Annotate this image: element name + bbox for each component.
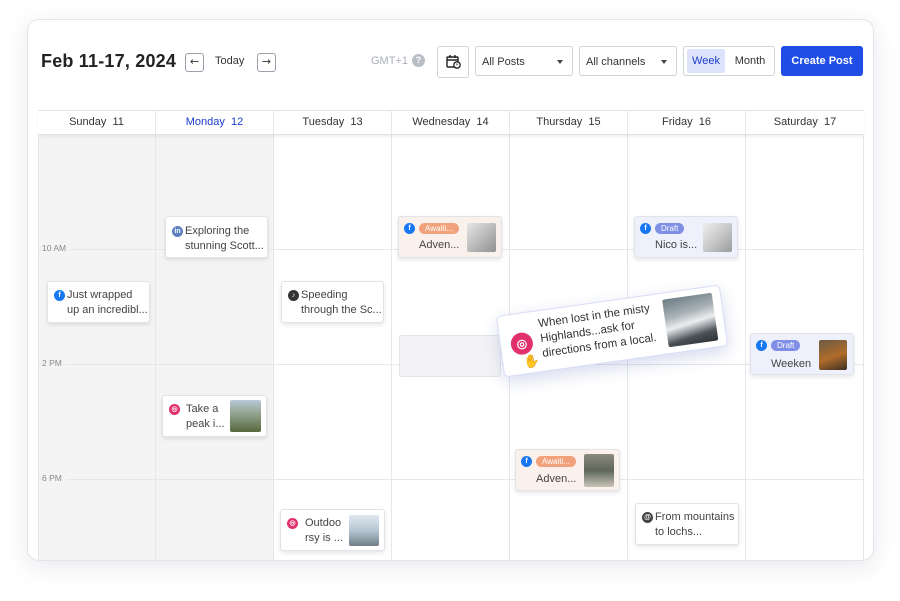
view-toggle: Week Month [683, 46, 775, 76]
month-view-button[interactable]: Month [729, 49, 771, 73]
status-badge: Awaiti... [536, 456, 576, 467]
week-view-button[interactable]: Week [687, 49, 725, 73]
hour-line [38, 479, 864, 480]
status-badge: Awaiti... [419, 223, 459, 234]
post-text-line: stunning Scott... [185, 240, 264, 252]
post-thumbnail [703, 223, 732, 252]
day-header-tuesday[interactable]: Tuesday 13 [274, 111, 392, 134]
post-thumbnail [584, 454, 614, 487]
tiktok-icon: ♪ [288, 290, 299, 301]
post-text-line: to lochs... [655, 526, 703, 538]
post-thumbnail [467, 223, 496, 252]
linkedin-icon: in [172, 226, 183, 237]
threads-icon: @ [642, 512, 653, 523]
dragged-post-text: When lost in the misty Highlands...ask f… [537, 302, 658, 360]
post-card[interactable]: f Draft Weeken [750, 333, 854, 375]
post-text-line: Nico is... [655, 239, 698, 251]
instagram-icon: ◎ [509, 331, 535, 357]
post-card[interactable]: in Exploring the stunning Scott... [165, 216, 268, 258]
column-monday [156, 110, 274, 560]
post-thumbnail [349, 515, 379, 546]
day-header-friday[interactable]: Friday 16 [628, 111, 746, 134]
day-header-thursday[interactable]: Thursday 15 [510, 111, 628, 134]
post-text-line: through the Sc... [301, 304, 382, 316]
date-range-title: Feb 11-17, 2024 [41, 51, 177, 71]
post-text-line: From mountains [655, 511, 735, 523]
post-text-line: up an incredibl... [67, 304, 148, 316]
prev-week-button[interactable]: ← [185, 53, 204, 72]
time-label-10am: 10 AM [42, 243, 71, 253]
day-header-monday[interactable]: Monday 12 [156, 111, 274, 134]
post-text-line: Adven... [419, 239, 460, 251]
instagram-icon: ◎ [287, 518, 298, 529]
post-card[interactable]: f Draft Nico is... [634, 216, 738, 258]
posts-filter-value: All Posts [482, 56, 525, 68]
day-header-row: Sunday 11 Monday 12 Tuesday 13 Wednesday… [38, 110, 864, 135]
status-badge: Draft [771, 340, 801, 351]
create-post-button[interactable]: Create Post [781, 46, 863, 76]
post-text-line: peak i... [186, 418, 225, 430]
posts-filter-select[interactable]: All Posts [475, 46, 573, 76]
post-card[interactable]: f Just wrapped up an incredibl... [47, 281, 150, 323]
column-tuesday [274, 110, 392, 560]
chevron-down-icon [661, 60, 667, 64]
next-week-button[interactable]: → [257, 53, 276, 72]
post-text-line: Take a [186, 403, 219, 415]
column-sunday [38, 110, 156, 560]
facebook-icon: f [404, 223, 415, 234]
grab-hand-icon: ✋ [522, 353, 541, 371]
instagram-icon: ◎ [169, 404, 180, 415]
timezone-label: GMT+1 [371, 55, 408, 67]
schedule-calendar-button[interactable] [437, 46, 469, 78]
day-header-saturday[interactable]: Saturday 17 [746, 111, 864, 134]
time-label-2pm: 2 PM [42, 358, 66, 368]
calendar-clock-icon [446, 55, 461, 69]
post-text-line: Just wrapped [67, 289, 133, 301]
drop-placeholder [399, 335, 501, 377]
calendar-toolbar: Feb 11-17, 2024 ← Today → GMT+1 ? All Po… [28, 20, 873, 110]
chevron-down-icon [557, 60, 563, 64]
post-text-line: Exploring the [185, 225, 250, 237]
arrow-left-icon: ← [189, 55, 200, 68]
post-text-line: Speeding [301, 289, 348, 301]
week-grid: 10 AM 2 PM 6 PM Sunday 11 Monday 12 Tues… [38, 110, 864, 560]
post-thumbnail [662, 292, 719, 348]
post-card[interactable]: ◎ Outdoo rsy is ... [280, 509, 385, 551]
time-label-6pm: 6 PM [42, 473, 66, 483]
post-card[interactable]: f Awaiti... Adven... [515, 449, 620, 491]
post-thumbnail [819, 340, 847, 370]
status-badge: Draft [655, 223, 685, 234]
calendar-card: Feb 11-17, 2024 ← Today → GMT+1 ? All Po… [27, 19, 874, 561]
day-header-wednesday[interactable]: Wednesday 14 [392, 111, 510, 134]
facebook-icon: f [756, 340, 767, 351]
channels-filter-select[interactable]: All channels [579, 46, 677, 76]
help-icon[interactable]: ? [412, 54, 425, 67]
channels-filter-value: All channels [586, 56, 646, 68]
facebook-icon: f [640, 223, 651, 234]
facebook-icon: f [521, 456, 532, 467]
day-header-sunday[interactable]: Sunday 11 [38, 111, 156, 134]
post-text-line: Adven... [536, 473, 577, 485]
facebook-icon: f [54, 290, 65, 301]
post-card[interactable]: @ From mountains to lochs... [635, 503, 739, 545]
post-text-line: rsy is ... [305, 532, 343, 544]
today-button[interactable]: Today [215, 55, 244, 67]
post-thumbnail [230, 400, 261, 432]
post-text-line: Outdoo [305, 517, 342, 529]
arrow-right-icon: → [261, 55, 272, 68]
post-card[interactable]: f Awaiti... Adven... [398, 216, 502, 258]
post-card[interactable]: ♪ Speeding through the Sc... [281, 281, 384, 323]
post-text-line: Weeken [771, 358, 812, 370]
post-card[interactable]: ◎ Take a peak i... [162, 395, 267, 437]
